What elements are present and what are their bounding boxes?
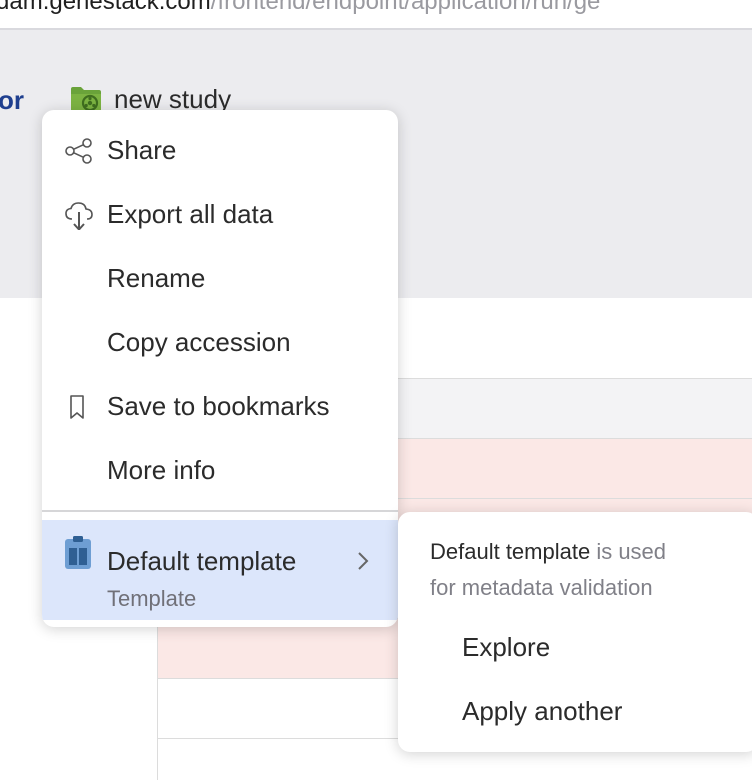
menu-divider: [42, 510, 398, 512]
menu-item-share[interactable]: Share: [42, 118, 398, 182]
address-bar[interactable]: dam.genestack.com/frontend/endpoint/appl…: [0, 0, 752, 30]
menu-item-default-template[interactable]: Default template Template: [42, 520, 398, 620]
cloud-download-icon: [65, 202, 93, 230]
template-subtitle: Template: [107, 586, 197, 611]
context-menu: Share Export all data Rename Copy access…: [42, 110, 398, 627]
menu-item-label: Export all data: [107, 198, 274, 229]
template-info-name: Default template: [430, 539, 591, 564]
submenu-item-explore[interactable]: Explore: [462, 632, 550, 663]
template-info-rest: is used: [590, 539, 667, 564]
template-icon: [65, 536, 91, 569]
menu-item-label: Copy accession: [107, 326, 291, 357]
template-submenu: Default template is used for metadata va…: [398, 512, 752, 752]
submenu-item-apply-another[interactable]: Apply another: [462, 696, 622, 727]
bookmark-icon: [70, 395, 84, 419]
menu-item-rename[interactable]: Rename: [42, 246, 398, 310]
breadcrumb-link[interactable]: or: [0, 85, 24, 116]
menu-item-label: Share: [107, 134, 177, 165]
menu-item-copy-accession[interactable]: Copy accession: [42, 310, 398, 374]
template-info-rest: for metadata validation: [430, 575, 653, 600]
url-text: dam.genestack.com/frontend/endpoint/appl…: [0, 0, 600, 16]
menu-item-more-info[interactable]: More info: [42, 438, 398, 502]
menu-item-label: More info: [107, 454, 216, 485]
url-path: /frontend/endpoint/application/run/ge: [210, 0, 601, 15]
menu-item-label: Rename: [107, 262, 206, 293]
share-icon: [65, 138, 92, 164]
template-info-text: Default template is used for metadata va…: [430, 534, 730, 606]
menu-item-save-bookmarks[interactable]: Save to bookmarks: [42, 374, 398, 438]
menu-item-export[interactable]: Export all data: [42, 182, 398, 246]
chevron-right-icon: [358, 552, 369, 570]
url-host: dam.genestack.com: [0, 0, 211, 15]
menu-item-label: Save to bookmarks: [107, 390, 330, 421]
template-name: Default template: [107, 546, 297, 576]
